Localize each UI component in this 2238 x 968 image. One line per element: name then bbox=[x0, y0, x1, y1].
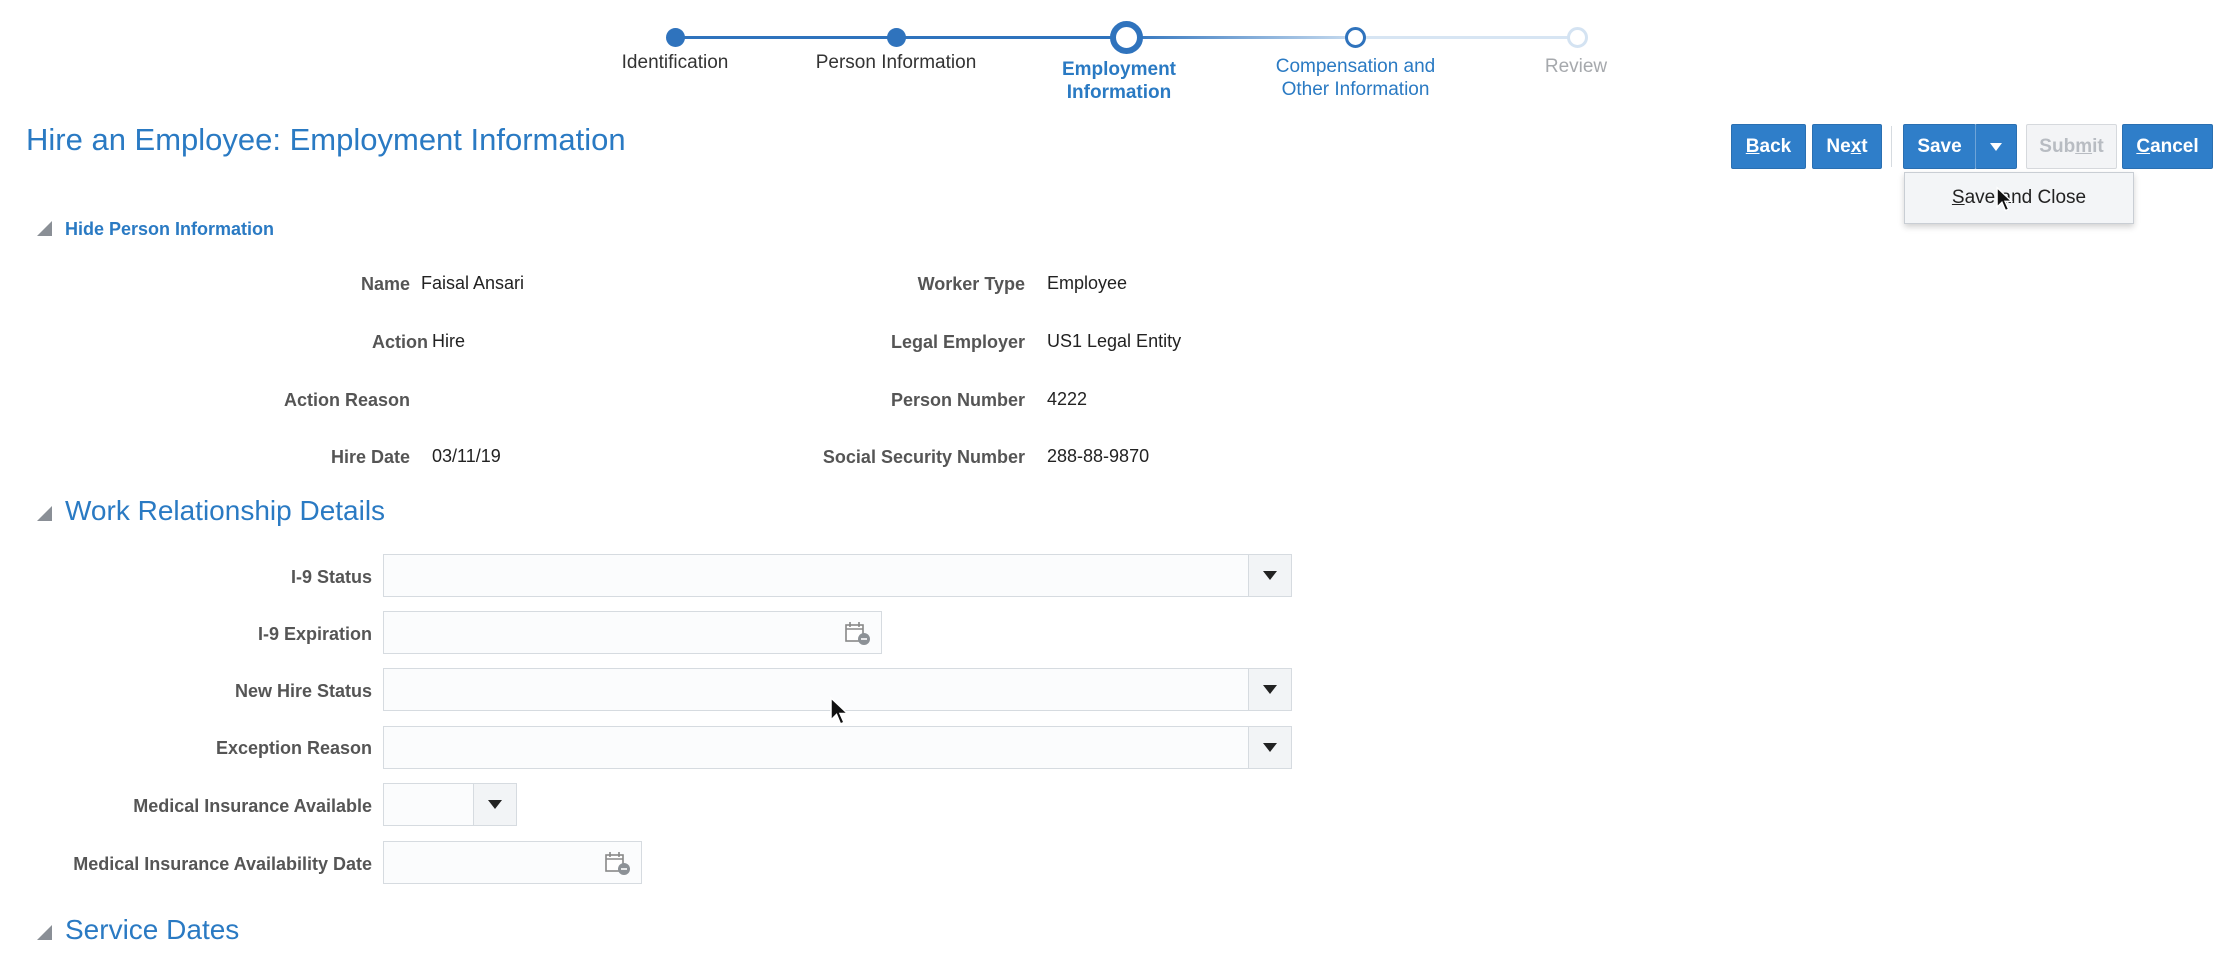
save-and-close-menu-item[interactable]: Save and Close bbox=[1952, 187, 2086, 209]
save-button[interactable]: Save bbox=[1903, 124, 1976, 169]
person-label-legal-employer: Legal Employer bbox=[890, 332, 1025, 352]
i9-expiration-date-input[interactable] bbox=[383, 611, 882, 654]
train-step-employment-line2: Information bbox=[1066, 82, 1172, 103]
save-and-close-label: ave and Close bbox=[1964, 187, 2087, 208]
train-step-person-label[interactable]: Person Information bbox=[796, 51, 996, 74]
medical-insurance-available-select[interactable] bbox=[383, 783, 517, 826]
person-value-name: Faisal Ansari bbox=[421, 273, 525, 293]
page-title: Hire an Employee: Employment Information bbox=[26, 122, 626, 157]
back-button[interactable]: Back bbox=[1731, 124, 1806, 169]
train-step-compensation-label[interactable]: Compensation and Other Information bbox=[1233, 55, 1478, 101]
person-value-action: Hire bbox=[432, 331, 466, 351]
train-step-employment-label: Employment Information bbox=[1019, 58, 1219, 104]
person-label-worker-type: Worker Type bbox=[917, 274, 1025, 294]
calendar-icon[interactable] bbox=[604, 850, 632, 876]
train-step-employment-line1: Employment bbox=[1061, 59, 1177, 80]
person-value-hire-date: 03/11/19 bbox=[432, 446, 501, 466]
mouse-cursor-icon bbox=[1996, 186, 2014, 212]
hide-person-information-link[interactable]: Hide Person Information bbox=[65, 219, 274, 240]
train-line-remaining bbox=[1355, 36, 1577, 39]
person-label-ssn: Social Security Number bbox=[822, 447, 1025, 467]
exception-reason-label: Exception Reason bbox=[215, 738, 372, 758]
train-step-person-dot[interactable] bbox=[887, 28, 906, 47]
next-label-pre: Ne bbox=[1826, 135, 1851, 157]
submit-button: Sub m it bbox=[2026, 124, 2117, 169]
save-and-close-mnemonic: S bbox=[1951, 187, 1965, 208]
medical-insurance-availability-date-label: Medical Insurance Availability Date bbox=[73, 854, 372, 874]
train-step-compensation-line1: Compensation and bbox=[1275, 56, 1436, 77]
person-label-person-number: Person Number bbox=[890, 390, 1025, 410]
next-button[interactable]: Ne x t bbox=[1812, 124, 1882, 169]
i9-status-label: I-9 Status bbox=[290, 567, 372, 587]
back-label-mnemonic: B bbox=[1745, 135, 1760, 157]
train-step-employment-dot bbox=[1110, 21, 1143, 54]
collapse-triangle-icon[interactable] bbox=[37, 221, 52, 236]
next-label-mnemonic: x bbox=[1850, 135, 1862, 157]
dropdown-arrow-icon[interactable] bbox=[1248, 669, 1291, 710]
train-step-identification-dot[interactable] bbox=[666, 28, 685, 47]
train-step-review-label: Review bbox=[1544, 56, 1608, 77]
train-step-compensation-dot[interactable] bbox=[1345, 27, 1366, 48]
dropdown-arrow-icon[interactable] bbox=[1248, 727, 1291, 768]
train-step-identification-label[interactable]: Identification bbox=[575, 51, 775, 74]
dropdown-arrow-icon[interactable] bbox=[1248, 555, 1291, 596]
save-menu-button[interactable] bbox=[1975, 124, 2017, 169]
submit-label-mnemonic: m bbox=[2075, 135, 2093, 157]
cancel-button[interactable]: Cancel bbox=[2122, 124, 2213, 169]
dropdown-arrow-icon bbox=[1990, 142, 2002, 151]
train-step-review-dot bbox=[1567, 27, 1588, 48]
person-label-hire-date: Hire Date bbox=[330, 447, 410, 467]
save-menu: Save and Close bbox=[1904, 172, 2134, 224]
i9-status-select[interactable] bbox=[383, 554, 1292, 597]
person-value-worker-type: Employee bbox=[1047, 273, 1128, 293]
collapse-triangle-icon[interactable] bbox=[37, 925, 52, 940]
train-line-current bbox=[1125, 36, 1355, 39]
collapse-triangle-icon[interactable] bbox=[37, 506, 52, 521]
calendar-icon[interactable] bbox=[844, 620, 872, 646]
submit-label-post: it bbox=[2092, 135, 2104, 157]
person-label-name: Name bbox=[360, 274, 410, 294]
medical-insurance-availability-date-input[interactable] bbox=[383, 841, 642, 884]
cancel-label-post: ancel bbox=[2150, 135, 2199, 157]
cancel-label-mnemonic: C bbox=[2136, 135, 2151, 157]
i9-expiration-label: I-9 Expiration bbox=[257, 624, 372, 644]
back-label-post: ack bbox=[1759, 135, 1792, 157]
submit-label-pre: Sub bbox=[2039, 135, 2076, 157]
medical-insurance-available-label: Medical Insurance Available bbox=[133, 796, 372, 816]
work-relationship-heading[interactable]: Work Relationship Details bbox=[65, 495, 385, 527]
train-step-compensation-line2: Other Information bbox=[1281, 79, 1430, 100]
person-value-legal-employer: US1 Legal Entity bbox=[1047, 331, 1182, 351]
person-label-action-reason: Action Reason bbox=[283, 390, 410, 410]
person-value-person-number: 4222 bbox=[1047, 389, 1088, 409]
person-value-ssn: 288-88-9870 bbox=[1047, 446, 1150, 466]
person-label-action: Action bbox=[372, 332, 428, 352]
toolbar-separator bbox=[1891, 126, 1892, 167]
new-hire-status-label: New Hire Status bbox=[234, 681, 372, 701]
dropdown-arrow-icon[interactable] bbox=[473, 784, 516, 825]
service-dates-heading[interactable]: Service Dates bbox=[65, 914, 239, 946]
next-label-post: t bbox=[1861, 135, 1868, 157]
mouse-cursor-icon bbox=[830, 696, 850, 725]
exception-reason-select[interactable] bbox=[383, 726, 1292, 769]
